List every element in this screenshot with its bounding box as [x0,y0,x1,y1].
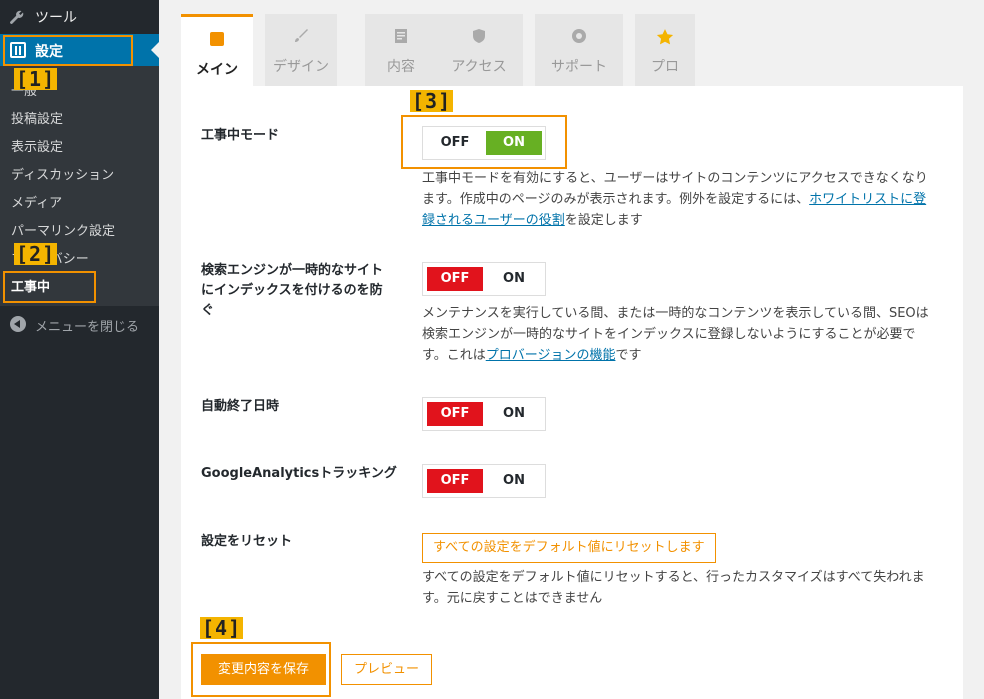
toggle-on[interactable]: ON [486,469,542,493]
analytics-label: GoogleAnalyticsトラッキング [201,466,397,481]
reset-description: すべての設定をデフォルト値にリセットすると、行ったカスタマイズはすべて失われます… [422,570,925,606]
settings-submenu: 一般 投稿設定 表示設定 ディスカッション メディア パーマリンク設定 プライバ… [0,66,159,306]
maintenance-mode-label: 工事中モード [201,128,280,143]
shield-icon [435,28,523,48]
pro-version-link[interactable]: プロバージョンの機能 [486,348,616,363]
brush-icon [265,28,337,48]
description-text: を設定します [564,213,643,228]
lifebuoy-icon [535,28,623,48]
reset-settings-button[interactable]: すべての設定をデフォルト値にリセットします [422,533,716,563]
highlight-box-1 [3,35,133,66]
submenu-item-media[interactable]: メディア [11,192,62,211]
label-line: ぐ [201,303,215,318]
tab-label: デザイン [273,59,329,75]
auto-end-toggle[interactable]: OFF ON [422,397,546,431]
settings-panel: 工事中モード OFF ON 工事中モードを有効にすると、ユーザーはサイトのコンテ… [181,86,963,699]
tab-label: サポート [551,59,607,75]
collapse-menu-label: メニューを閉じる [35,320,140,335]
search-engine-toggle[interactable]: OFF ON [422,262,546,296]
tab-label: 内容 [387,59,415,75]
label-line: にインデックスを付けるのを防 [201,283,383,298]
star-icon [635,28,695,50]
step-label-3: [3] [410,89,454,113]
tab-content[interactable]: 内容 [365,14,437,86]
step-label-1: [1] [14,67,58,91]
sidebar-item-tools[interactable]: ツール [0,0,159,34]
highlight-box-4 [191,642,331,697]
step-label-4: [4] [200,616,244,640]
submenu-item-writing[interactable]: 投稿設定 [11,108,63,127]
search-engine-label: 検索エンジンが一時的なサイト にインデックスを付けるのを防 ぐ [201,261,383,321]
admin-sidebar: ツール 設定 一般 投稿設定 表示設定 ディスカッション メディア パーマリンク… [0,0,159,699]
submenu-item-reading[interactable]: 表示設定 [11,136,63,155]
toggle-off[interactable]: OFF [427,402,483,426]
maintenance-mode-description: 工事中モードを有効にすると、ユーザーはサイトのコンテンツにアクセスできなくなりま… [422,168,932,231]
auto-end-label: 自動終了日時 [201,399,280,414]
sliders-icon [181,31,253,50]
highlight-box-2 [3,271,96,303]
toggle-off[interactable]: OFF [427,267,483,291]
reset-label: 設定をリセット [201,534,293,549]
description-text: です [615,348,642,363]
sidebar-item-label: ツール [35,10,77,26]
tab-support[interactable]: サポート [535,14,623,86]
label-line: 検索エンジンが一時的なサイト [201,263,384,278]
toggle-off[interactable]: OFF [427,469,483,493]
tab-label: アクセス [451,59,507,75]
step-label-2: [2] [14,242,58,266]
collapse-icon [10,316,26,332]
current-indicator [151,42,159,58]
tab-access[interactable]: アクセス [435,14,523,86]
document-icon [365,28,437,48]
main-content: メイン デザイン 内容 アクセス サポート プロ 工事中モード OFF ON 工… [159,0,984,699]
wrench-icon [9,9,27,25]
tab-label: メイン [196,62,238,78]
analytics-toggle[interactable]: OFF ON [422,464,546,498]
tab-design[interactable]: デザイン [265,14,337,86]
highlight-box-3 [401,115,567,169]
preview-button[interactable]: プレビュー [341,654,432,685]
submenu-item-discussion[interactable]: ディスカッション [11,164,114,183]
toggle-on[interactable]: ON [486,402,542,426]
search-engine-description: メンテナンスを実行している間、または一時的なコンテンツを表示している間、SEOは… [422,303,932,366]
tab-pro[interactable]: プロ [635,14,695,86]
submenu-item-permalinks[interactable]: パーマリンク設定 [11,220,115,239]
collapse-menu-button[interactable]: メニューを閉じる [0,310,159,338]
tab-label: プロ [651,59,679,75]
toggle-on[interactable]: ON [486,267,542,291]
tab-main[interactable]: メイン [181,14,253,86]
